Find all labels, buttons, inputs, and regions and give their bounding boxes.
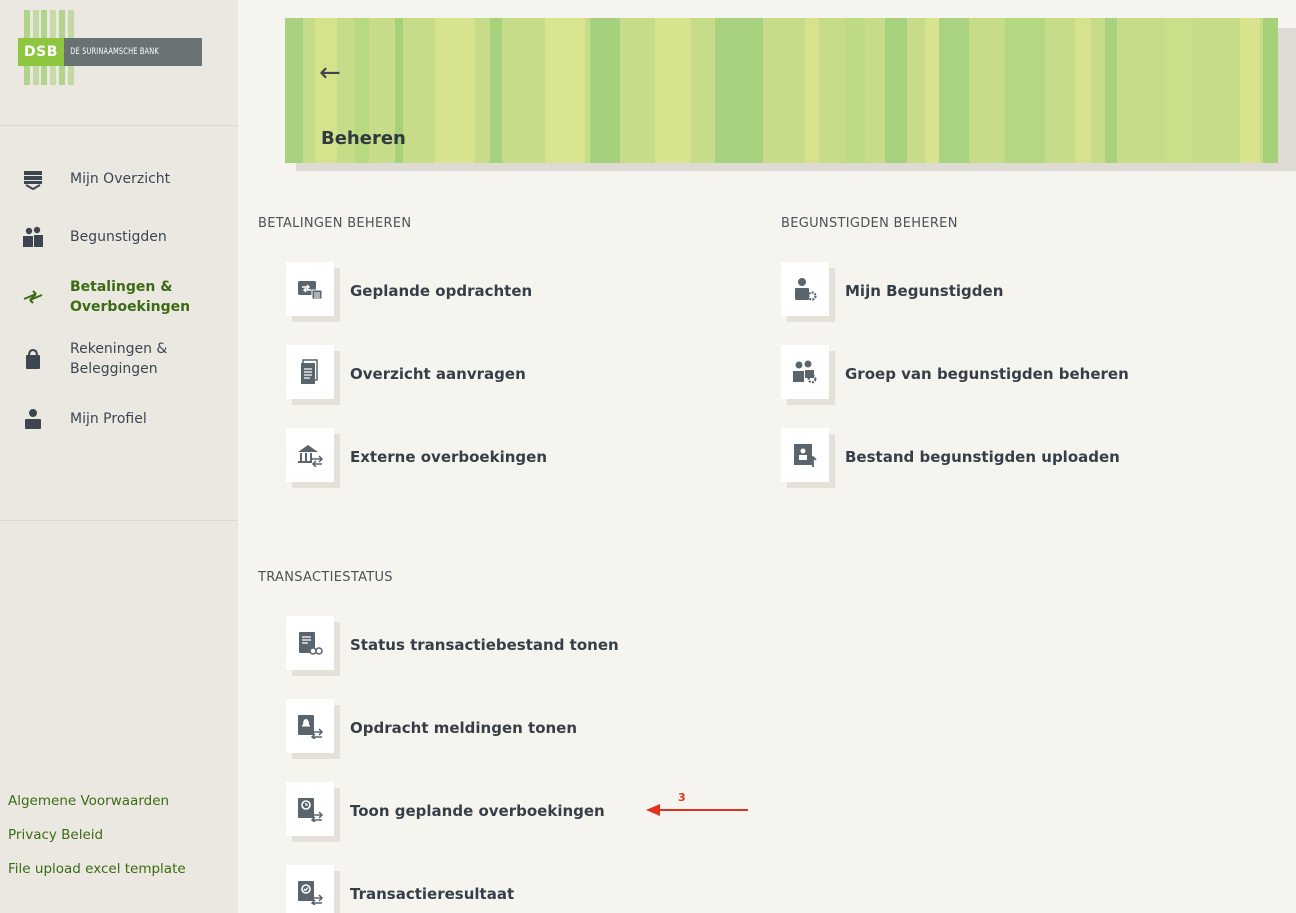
action-label: Overzicht aanvragen [350,365,526,383]
sidebar-item-label: Mijn Profiel [70,411,147,427]
overview-icon [22,168,44,191]
link-privacy-beleid[interactable]: Privacy Beleid [8,825,186,845]
bank-name: DE SURINAAMSCHE BANK [70,47,159,57]
sidebar-item-betalingen[interactable]: Betalingen & Overboekingen [0,266,238,328]
logo-mark: DSB [18,38,64,66]
sidebar-nav: Mijn Overzicht Begunstigden Betalingen &… [0,150,238,448]
annotation-arrow-icon [646,804,748,816]
sidebar-item-label: Mijn Overzicht [70,171,171,187]
scheduled-list-icon [286,782,334,836]
section-title-transactiestatus: TRANSACTIESTATUS [258,570,393,585]
page-banner: ← Beheren [285,18,1278,163]
action-opdracht-meldingen[interactable]: Opdracht meldingen tonen [286,699,578,759]
scheduled-transfer-icon [286,262,334,316]
sidebar-footer-links: Algemene Voorwaarden Privacy Beleid File… [8,791,186,893]
action-transactieresultaat[interactable]: Transactieresultaat [286,865,514,913]
action-label: Bestand begunstigden uploaden [845,448,1120,466]
link-file-upload-template[interactable]: File upload excel template [8,859,186,879]
action-label: Transactieresultaat [350,885,515,903]
sidebar-item-label: Rekeningen & Beleggingen [70,341,168,377]
sidebar-item-begunstigden[interactable]: Begunstigden [0,208,238,266]
action-label: Toon geplande overboekingen [350,802,605,820]
action-bestand-uploaden[interactable]: Bestand begunstigden uploaden [781,428,1120,488]
sidebar-item-label: Begunstigden [70,229,167,245]
sidebar: DSB DE SURINAAMSCHE BANK Mijn Overzicht … [0,0,238,913]
action-externe-overboekingen[interactable]: Externe overboekingen [286,428,547,488]
bag-icon [22,348,44,370]
action-mijn-begunstigden[interactable]: Mijn Begunstigden [781,262,1004,322]
user-gear-icon [781,262,829,316]
section-title-begunstigden: BEGUNSTIGDEN BEHEREN [781,216,958,231]
action-label: Groep van begunstigden beheren [845,365,1129,383]
sidebar-item-mijn-profiel[interactable]: Mijn Profiel [0,390,238,448]
main-content: ← Beheren BETALINGEN BEHEREN Geplande op… [238,0,1296,913]
result-check-icon [286,865,334,913]
group-gear-icon [781,345,829,399]
file-upload-icon [781,428,829,482]
action-label: Opdracht meldingen tonen [350,719,578,737]
action-overzicht-aanvragen[interactable]: Overzicht aanvragen [286,345,526,405]
action-toon-geplande-overboekingen[interactable]: Toon geplande overboekingen [286,782,605,842]
action-geplande-opdrachten[interactable]: Geplande opdrachten [286,262,533,322]
document-icon [286,345,334,399]
bank-logo[interactable]: DSB DE SURINAAMSCHE BANK [18,38,202,66]
action-label: Status transactiebestand tonen [350,636,619,654]
sidebar-item-mijn-overzicht[interactable]: Mijn Overzicht [0,150,238,208]
sidebar-divider [0,520,238,521]
action-label: Geplande opdrachten [350,282,533,300]
action-status-transactiebestand[interactable]: Status transactiebestand tonen [286,616,619,676]
profile-icon [22,408,44,430]
transfer-arrows-icon [22,286,44,308]
notification-transfer-icon [286,699,334,753]
beneficiaries-icon [22,226,44,248]
action-label: Mijn Begunstigden [845,282,1004,300]
section-title-betalingen: BETALINGEN BEHEREN [258,216,412,231]
step-annotation: 3 [644,791,764,823]
page-title: Beheren [321,128,406,149]
action-label: Externe overboekingen [350,448,547,466]
link-algemene-voorwaarden[interactable]: Algemene Voorwaarden [8,791,186,811]
bank-transfer-icon [286,428,334,482]
action-groep-begunstigden[interactable]: Groep van begunstigden beheren [781,345,1129,405]
sidebar-item-rekeningen[interactable]: Rekeningen & Beleggingen [0,328,238,390]
back-arrow-icon[interactable]: ← [319,60,341,86]
logo-area: DSB DE SURINAAMSCHE BANK [0,0,238,126]
file-status-icon [286,616,334,670]
sidebar-item-label: Betalingen & Overboekingen [70,279,191,315]
